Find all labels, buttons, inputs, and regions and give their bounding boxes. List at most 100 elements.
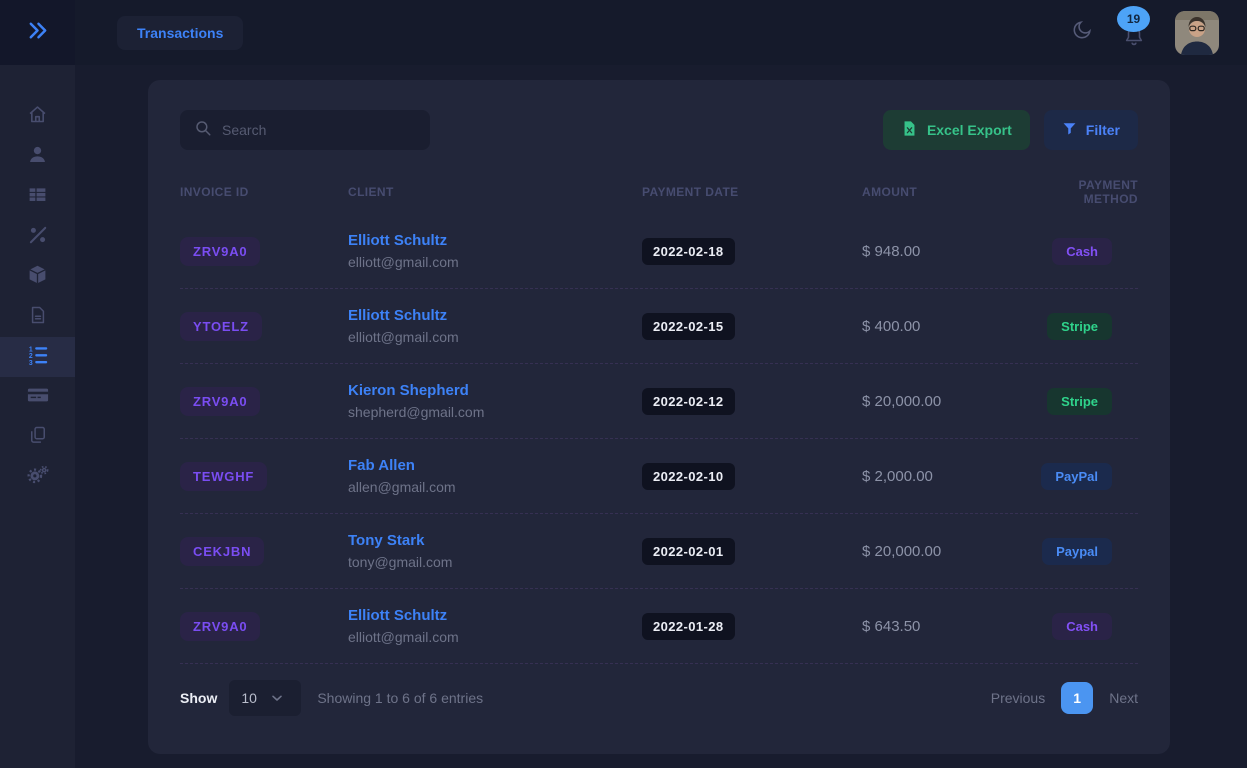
- excel-file-icon: [901, 120, 918, 140]
- table-row: CEKJBN Tony Stark tony@gmail.com 2022-02…: [180, 514, 1138, 589]
- header-payment-date: Payment Date: [642, 185, 862, 199]
- client-email: allen@gmail.com: [348, 479, 642, 495]
- sidebar-collapse-button[interactable]: [0, 0, 75, 65]
- sidebar-item-home[interactable]: [0, 97, 75, 137]
- funnel-icon: [1062, 121, 1077, 139]
- collapse-chevrons-icon: [26, 19, 49, 47]
- table-footer: Show 10 Showing 1 to 6 of 6 entries Prev…: [180, 680, 1138, 716]
- cube-icon: [27, 264, 48, 290]
- payment-method-badge: Stripe: [1047, 313, 1112, 340]
- credit-card-icon: [27, 384, 49, 411]
- svg-text:3: 3: [28, 360, 32, 366]
- notification-count-badge: 19: [1117, 6, 1150, 32]
- pager: Previous 1 Next: [991, 682, 1138, 714]
- header-client: Client: [348, 185, 642, 199]
- sidebar-item-settings[interactable]: [0, 457, 75, 497]
- page-size-value: 10: [241, 690, 257, 706]
- client-email: tony@gmail.com: [348, 554, 642, 570]
- file-icon: [28, 305, 48, 330]
- sidebar-item-table[interactable]: [0, 177, 75, 217]
- header-invoice-id: Invoice ID: [180, 185, 348, 199]
- payment-method-badge: Paypal: [1042, 538, 1112, 565]
- topbar-actions: 19: [1071, 11, 1247, 55]
- header-amount: Amount: [862, 185, 1028, 199]
- amount-value: $ 948.00: [862, 243, 1028, 260]
- notifications-button[interactable]: 19: [1123, 24, 1145, 51]
- payment-date-chip: 2022-01-28: [642, 613, 735, 640]
- card-toolbar: Excel Export Filter: [180, 110, 1138, 150]
- search-input[interactable]: [222, 122, 416, 138]
- payment-method-badge: Cash: [1052, 238, 1112, 265]
- previous-page-button[interactable]: Previous: [991, 690, 1045, 706]
- header-payment-method: Payment Method: [1028, 178, 1138, 206]
- amount-value: $ 400.00: [862, 318, 1028, 335]
- client-name-link[interactable]: Fab Allen: [348, 457, 642, 474]
- sidebar-item-payments[interactable]: [0, 377, 75, 417]
- search-icon: [194, 119, 212, 142]
- payment-date-chip: 2022-02-01: [642, 538, 735, 565]
- next-page-button[interactable]: Next: [1109, 690, 1138, 706]
- user-icon: [27, 144, 48, 170]
- filter-button[interactable]: Filter: [1044, 110, 1138, 150]
- gears-icon: [26, 463, 49, 491]
- amount-value: $ 20,000.00: [862, 543, 1028, 560]
- amount-value: $ 20,000.00: [862, 393, 1028, 410]
- percent-icon: [28, 225, 48, 250]
- home-icon: [27, 104, 48, 130]
- sidebar-nav: 123: [0, 65, 75, 497]
- excel-export-button[interactable]: Excel Export: [883, 110, 1030, 150]
- payment-method-badge: Stripe: [1047, 388, 1112, 415]
- sidebar-item-rates[interactable]: [0, 217, 75, 257]
- svg-text:1: 1: [28, 346, 32, 353]
- table-row: ZRV9A0 Kieron Shepherd shepherd@gmail.co…: [180, 364, 1138, 439]
- filter-label: Filter: [1086, 122, 1120, 138]
- page-title: Transactions: [117, 16, 243, 50]
- toolbar-buttons: Excel Export Filter: [883, 110, 1138, 150]
- sidebar-item-products[interactable]: [0, 257, 75, 297]
- topbar: Transactions 19: [75, 0, 1247, 65]
- client-email: shepherd@gmail.com: [348, 404, 642, 420]
- sidebar: 123: [0, 0, 75, 768]
- invoice-id-badge: ZRV9A0: [180, 237, 260, 266]
- client-name-link[interactable]: Elliott Schultz: [348, 607, 642, 624]
- payment-date-chip: 2022-02-18: [642, 238, 735, 265]
- client-name-link[interactable]: Elliott Schultz: [348, 232, 642, 249]
- table-row: ZRV9A0 Elliott Schultz elliott@gmail.com…: [180, 589, 1138, 664]
- transactions-card: Excel Export Filter Invoice ID Client Pa…: [148, 80, 1170, 754]
- amount-value: $ 643.50: [862, 618, 1028, 635]
- client-name-link[interactable]: Elliott Schultz: [348, 307, 642, 324]
- sidebar-item-copies[interactable]: [0, 417, 75, 457]
- sidebar-item-documents[interactable]: [0, 297, 75, 337]
- table-row: YTOELZ Elliott Schultz elliott@gmail.com…: [180, 289, 1138, 364]
- chevron-down-icon: [269, 690, 285, 706]
- sidebar-item-transactions[interactable]: 123: [0, 337, 75, 377]
- client-name-link[interactable]: Kieron Shepherd: [348, 382, 642, 399]
- page-size-select[interactable]: 10: [229, 680, 301, 716]
- payment-date-chip: 2022-02-15: [642, 313, 735, 340]
- search-box: [180, 110, 430, 150]
- invoice-id-badge: ZRV9A0: [180, 612, 260, 641]
- client-email: elliott@gmail.com: [348, 329, 642, 345]
- entries-summary: Showing 1 to 6 of 6 entries: [317, 690, 483, 706]
- payment-date-chip: 2022-02-12: [642, 388, 735, 415]
- client-email: elliott@gmail.com: [348, 629, 642, 645]
- table-row: TEWGHF Fab Allen allen@gmail.com 2022-02…: [180, 439, 1138, 514]
- invoice-id-badge: YTOELZ: [180, 312, 262, 341]
- svg-text:2: 2: [28, 353, 32, 360]
- dark-mode-toggle[interactable]: [1071, 19, 1093, 46]
- current-page-button[interactable]: 1: [1061, 682, 1093, 714]
- payment-method-badge: Cash: [1052, 613, 1112, 640]
- invoice-id-badge: ZRV9A0: [180, 387, 260, 416]
- invoice-id-badge: TEWGHF: [180, 462, 267, 491]
- avatar[interactable]: [1175, 11, 1219, 55]
- payment-date-chip: 2022-02-10: [642, 463, 735, 490]
- client-name-link[interactable]: Tony Stark: [348, 532, 642, 549]
- payment-method-badge: PayPal: [1041, 463, 1112, 490]
- amount-value: $ 2,000.00: [862, 468, 1028, 485]
- table-icon: [27, 184, 48, 210]
- copy-icon: [28, 425, 48, 450]
- table-header-row: Invoice ID Client Payment Date Amount Pa…: [180, 170, 1138, 214]
- sidebar-item-users[interactable]: [0, 137, 75, 177]
- show-label: Show: [180, 690, 217, 706]
- ordered-list-icon: 123: [27, 344, 49, 371]
